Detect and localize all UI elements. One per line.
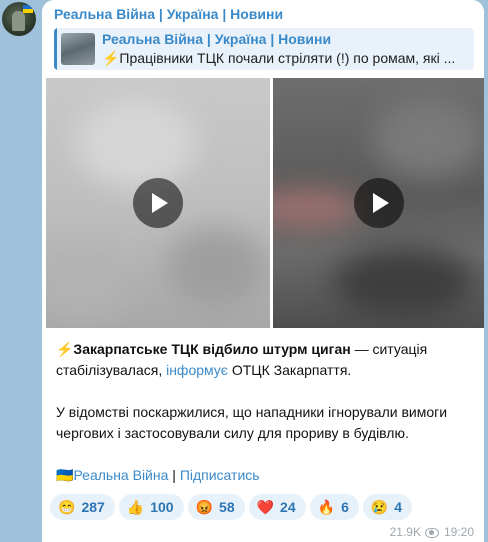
heart-icon: ❤️ — [256, 499, 275, 515]
channel-link[interactable]: Реальна Війна — [73, 467, 168, 483]
reaction-count: 287 — [81, 499, 105, 515]
crying-face-icon: 😢 — [370, 499, 389, 515]
post-paragraph: ⚡️Закарпатське ТЦК відбило штурм циган —… — [56, 339, 476, 381]
post-text: ОТЦК Закарпаття. — [227, 362, 352, 378]
message-time: 19:20 — [443, 525, 474, 539]
ukraine-flag-icon — [23, 5, 33, 13]
reply-thumbnail — [61, 33, 95, 65]
chat-background — [484, 0, 488, 542]
video-thumbnail[interactable] — [273, 78, 484, 328]
reply-text: ⚡️Працівники ТЦК почали стріляти (!) по … — [102, 50, 456, 66]
reaction-fire[interactable]: 🔥 6 — [309, 494, 359, 520]
video-thumbnail[interactable] — [46, 78, 270, 328]
reaction-count: 6 — [341, 499, 349, 515]
reaction-count: 4 — [394, 499, 403, 515]
message-bubble: Реальна Війна | Україна | Новини Реальна… — [42, 0, 484, 542]
reaction-thumbs-up[interactable]: 👍 100 — [118, 494, 184, 520]
reaction-count: 24 — [280, 499, 296, 515]
reaction-grin[interactable]: 😁 287 — [50, 494, 115, 520]
eye-icon — [424, 527, 439, 538]
message-meta: 21.9K 19:20 — [390, 525, 474, 539]
post-footer: 🇺🇦Реальна Війна | Підписатись — [56, 465, 476, 486]
reply-accent-bar — [54, 28, 57, 70]
play-icon[interactable] — [133, 178, 183, 228]
reply-preview[interactable]: Реальна Війна | Україна | Новини ⚡️Праці… — [54, 28, 474, 70]
subscribe-link[interactable]: Підписатись — [180, 467, 260, 483]
reaction-angry[interactable]: 😡 58 — [187, 494, 245, 520]
avatar-figure — [12, 11, 25, 31]
ukraine-flag-icon: 🇺🇦 — [56, 467, 74, 483]
footer-separator: | — [168, 467, 180, 483]
source-link[interactable]: інформує — [166, 362, 228, 378]
thumbs-up-icon: 👍 — [126, 499, 145, 515]
reaction-heart[interactable]: ❤️ 24 — [248, 494, 306, 520]
channel-avatar[interactable] — [2, 2, 36, 36]
channel-name[interactable]: Реальна Війна | Україна | Новини — [54, 6, 283, 22]
grin-emoji-icon: 😁 — [58, 499, 76, 515]
post-paragraph: У відомстві поскаржилися, що нападники і… — [56, 404, 448, 441]
fire-icon: 🔥 — [317, 499, 336, 515]
reaction-count: 58 — [219, 499, 235, 515]
reaction-crying[interactable]: 😢 4 — [362, 494, 413, 520]
angry-face-icon: 😡 — [195, 499, 214, 515]
post-headline: ⚡️Закарпатське ТЦК відбило штурм циган — [56, 341, 351, 357]
reactions-bar: 😁 287 👍 100 😡 58 ❤️ 24 🔥 6 😢 4 — [50, 494, 416, 520]
reaction-count: 100 — [150, 499, 174, 515]
view-count: 21.9K — [389, 525, 421, 539]
play-icon[interactable] — [353, 178, 404, 228]
reply-title: Реальна Війна | Україна | Новини — [102, 31, 332, 47]
